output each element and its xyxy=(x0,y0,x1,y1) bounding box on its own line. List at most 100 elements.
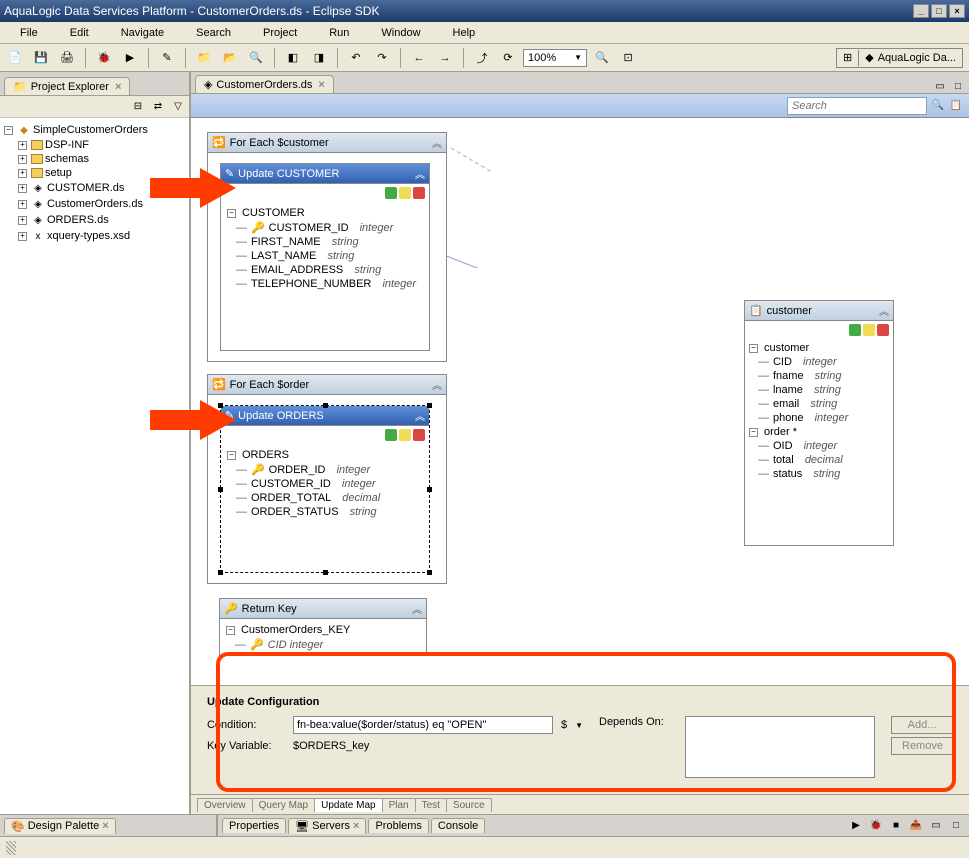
close-icon[interactable]: × xyxy=(102,820,108,832)
project-explorer-tab[interactable]: 📁 Project Explorer × xyxy=(4,77,130,95)
maximize-button[interactable]: □ xyxy=(931,4,947,18)
wand-icon[interactable]: ✎ xyxy=(156,47,178,69)
zoom-combo[interactable]: 100% ▼ xyxy=(523,49,587,67)
chevron-up-icon[interactable]: ︽ xyxy=(415,408,425,423)
maximize-view-icon[interactable]: □ xyxy=(949,819,963,833)
menu-run[interactable]: Run xyxy=(313,25,365,41)
tab-overview[interactable]: Overview xyxy=(197,798,253,812)
depends-on-list[interactable] xyxy=(685,716,875,778)
servers-tab[interactable]: 🖥 Servers × xyxy=(288,818,366,834)
menu-file[interactable]: File xyxy=(4,25,54,41)
zoom-icon[interactable]: 🔍 xyxy=(591,47,613,69)
tree-item[interactable]: CustomerOrders.ds xyxy=(47,198,143,210)
close-icon[interactable]: × xyxy=(318,79,324,91)
editor-tab[interactable]: ◈ CustomerOrders.ds × xyxy=(195,75,334,93)
menu-window[interactable]: Window xyxy=(365,25,436,41)
expand-icon[interactable]: + xyxy=(18,155,27,164)
design-palette-tab[interactable]: 🎨 Design Palette × xyxy=(4,818,116,834)
link-editor-icon[interactable]: ⇄ xyxy=(151,100,165,114)
close-icon[interactable]: × xyxy=(353,820,359,832)
expand-icon[interactable]: + xyxy=(18,216,27,225)
tree-item[interactable]: setup xyxy=(45,167,72,179)
chevron-up-icon[interactable]: ︽ xyxy=(432,135,442,150)
expand-icon[interactable]: + xyxy=(18,184,27,193)
run-icon[interactable]: ▶ xyxy=(119,47,141,69)
add-icon[interactable] xyxy=(849,324,861,336)
open-perspective-icon[interactable]: ⊞ xyxy=(843,51,852,64)
delete-icon[interactable] xyxy=(413,187,425,199)
expression-icon[interactable]: $ xyxy=(561,719,567,731)
redo-icon[interactable]: ↷ xyxy=(371,47,393,69)
tree-item[interactable]: ORDERS.ds xyxy=(47,214,109,226)
tab-plan[interactable]: Plan xyxy=(382,798,416,812)
perspective-switcher[interactable]: ⊞ ◆ AquaLogic Da... xyxy=(836,48,963,68)
menu-project[interactable]: Project xyxy=(247,25,313,41)
collapse-icon[interactable]: − xyxy=(749,344,758,353)
block-header[interactable]: 🔑 Return Key ︽ xyxy=(220,599,426,619)
tab-test[interactable]: Test xyxy=(415,798,447,812)
server-debug-icon[interactable]: 🐞 xyxy=(869,819,883,833)
close-icon[interactable]: × xyxy=(115,81,121,93)
server-start-icon[interactable]: ▶ xyxy=(849,819,863,833)
expand-icon[interactable]: + xyxy=(18,232,27,241)
search-go-icon[interactable]: 🔍 xyxy=(931,99,945,113)
edit-icon[interactable] xyxy=(399,187,411,199)
menu-edit[interactable]: Edit xyxy=(54,25,105,41)
server-stop-icon[interactable]: ■ xyxy=(889,819,903,833)
refresh-icon[interactable]: ⟳ xyxy=(497,47,519,69)
dropdown-icon[interactable]: ▼ xyxy=(575,721,583,730)
collapse-icon[interactable]: − xyxy=(227,209,236,218)
edit-icon[interactable] xyxy=(863,324,875,336)
block-header[interactable]: ✎ Update ORDERS ︽ xyxy=(221,406,429,426)
tab-update-map[interactable]: Update Map xyxy=(314,798,382,812)
console-tab[interactable]: Console xyxy=(431,818,485,833)
up-icon[interactable]: ⤴ xyxy=(471,47,493,69)
collapse-icon[interactable]: − xyxy=(227,451,236,460)
tree-item[interactable]: DSP-INF xyxy=(45,139,89,151)
block-header[interactable]: 🔁 For Each $order ︽ xyxy=(208,375,446,395)
forward-icon[interactable]: → xyxy=(434,47,456,69)
minimize-button[interactable]: _ xyxy=(913,4,929,18)
save-icon[interactable]: 💾 xyxy=(30,47,52,69)
search-input[interactable] xyxy=(787,97,927,115)
collapse-icon[interactable]: − xyxy=(749,428,758,437)
collapse-icon[interactable]: − xyxy=(226,626,235,635)
expand-icon[interactable]: + xyxy=(18,200,27,209)
nav-icon[interactable]: ◧ xyxy=(282,47,304,69)
view-menu-icon[interactable]: ▽ xyxy=(171,100,185,114)
delete-icon[interactable] xyxy=(413,429,425,441)
block-header[interactable]: ✎ Update CUSTOMER ︽ xyxy=(221,164,429,184)
remove-button[interactable]: Remove xyxy=(891,737,953,755)
block-header[interactable]: 📋 customer ︽ xyxy=(745,301,893,321)
chevron-up-icon[interactable]: ︽ xyxy=(879,303,889,318)
fit-icon[interactable]: ⊡ xyxy=(617,47,639,69)
tree-item[interactable]: schemas xyxy=(45,153,89,165)
foreach-order-block[interactable]: 🔁 For Each $order ︽ ✎ Update ORDERS ︽ xyxy=(207,374,447,584)
properties-tab[interactable]: Properties xyxy=(222,818,286,833)
search-opts-icon[interactable]: 📋 xyxy=(949,99,963,113)
new-icon[interactable]: 📄 xyxy=(4,47,26,69)
minimize-view-icon[interactable]: ▭ xyxy=(929,819,943,833)
tab-source[interactable]: Source xyxy=(446,798,492,812)
nav2-icon[interactable]: ◨ xyxy=(308,47,330,69)
condition-input[interactable] xyxy=(293,716,553,734)
tree-root[interactable]: SimpleCustomerOrders xyxy=(33,124,148,136)
add-icon[interactable] xyxy=(385,187,397,199)
debug-icon[interactable]: 🐞 xyxy=(93,47,115,69)
return-key-block[interactable]: 🔑 Return Key ︽ −CustomerOrders_KEY —🔑CID… xyxy=(219,598,427,656)
project-tree[interactable]: − ◆ SimpleCustomerOrders +DSP-INF +schem… xyxy=(0,118,189,814)
delete-icon[interactable] xyxy=(877,324,889,336)
collapse-icon[interactable]: − xyxy=(4,126,13,135)
server-publish-icon[interactable]: 📤 xyxy=(909,819,923,833)
block-header[interactable]: 🔁 For Each $customer ︽ xyxy=(208,133,446,153)
add-button[interactable]: Add... xyxy=(891,716,953,734)
maximize-view-icon[interactable]: □ xyxy=(951,79,965,93)
open-icon[interactable]: 📂 xyxy=(219,47,241,69)
close-button[interactable]: × xyxy=(949,4,965,18)
folder-icon[interactable]: 📁 xyxy=(193,47,215,69)
menu-help[interactable]: Help xyxy=(437,25,492,41)
update-customer-block[interactable]: ✎ Update CUSTOMER ︽ −CUSTOMER —🔑CUSTOMER… xyxy=(220,163,430,351)
chevron-up-icon[interactable]: ︽ xyxy=(412,601,422,616)
search-icon[interactable]: 🔍 xyxy=(245,47,267,69)
tree-item[interactable]: xquery-types.xsd xyxy=(47,230,130,242)
